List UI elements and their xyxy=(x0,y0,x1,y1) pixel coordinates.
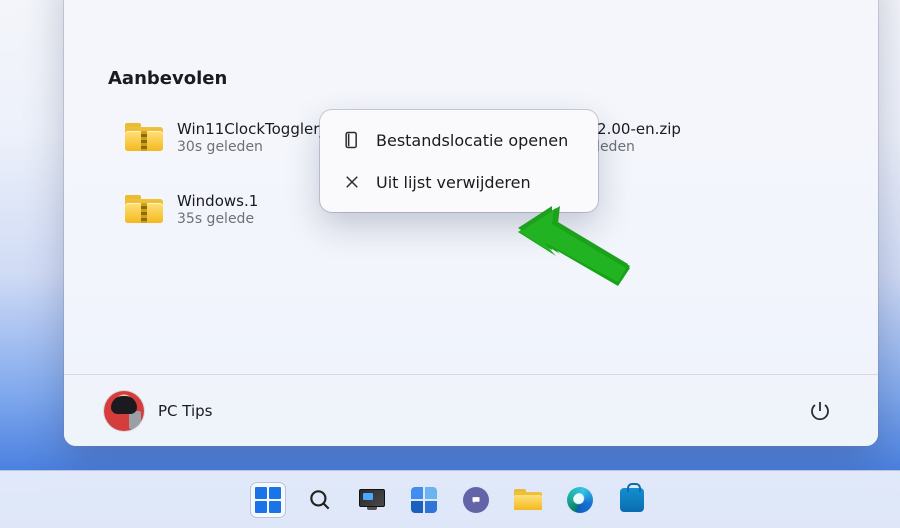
taskbar-task-view-button[interactable] xyxy=(355,483,389,517)
edge-icon xyxy=(567,487,593,513)
taskbar-file-explorer-button[interactable] xyxy=(511,483,545,517)
menu-open-file-location[interactable]: Bestandslocatie openen xyxy=(328,120,590,160)
zip-folder-icon xyxy=(125,195,163,225)
taskbar-search-button[interactable] xyxy=(303,483,337,517)
user-name-label: PC Tips xyxy=(158,402,213,420)
start-menu-footer: PC Tips xyxy=(64,374,878,446)
recommended-item-time: 35s gelede xyxy=(177,211,258,229)
windows-logo-icon xyxy=(255,487,281,513)
recommended-section-title: Aanbevolen xyxy=(108,68,227,89)
task-view-icon xyxy=(359,489,385,511)
avatar xyxy=(104,391,144,431)
menu-item-label: Bestandslocatie openen xyxy=(376,131,568,150)
taskbar-widgets-button[interactable] xyxy=(407,483,441,517)
power-icon xyxy=(808,399,832,423)
zip-folder-icon xyxy=(125,123,163,153)
start-menu-panel: Aanbevolen Win11ClockToggler_1.3.1.zip 3… xyxy=(64,0,878,446)
context-menu: Bestandslocatie openen Uit lijst verwijd… xyxy=(320,110,598,212)
taskbar-edge-button[interactable] xyxy=(563,483,597,517)
power-button[interactable] xyxy=(808,399,832,423)
microsoft-store-icon xyxy=(620,488,644,512)
folder-icon xyxy=(514,489,542,511)
taskbar-start-button[interactable] xyxy=(251,483,285,517)
search-icon xyxy=(307,487,333,513)
close-icon xyxy=(342,172,362,192)
file-location-icon xyxy=(342,130,362,150)
recommended-item-name: Windows.1 xyxy=(177,192,258,211)
taskbar-chat-button[interactable] xyxy=(459,483,493,517)
chat-icon xyxy=(463,487,489,513)
desktop: Aanbevolen Win11ClockToggler_1.3.1.zip 3… xyxy=(0,0,900,528)
menu-item-label: Uit lijst verwijderen xyxy=(376,173,531,192)
annotation-arrow xyxy=(518,206,638,286)
menu-remove-from-list[interactable]: Uit lijst verwijderen xyxy=(328,162,590,202)
user-account-button[interactable]: PC Tips xyxy=(104,391,213,431)
widgets-icon xyxy=(411,487,437,513)
taskbar xyxy=(0,470,900,528)
taskbar-store-button[interactable] xyxy=(615,483,649,517)
